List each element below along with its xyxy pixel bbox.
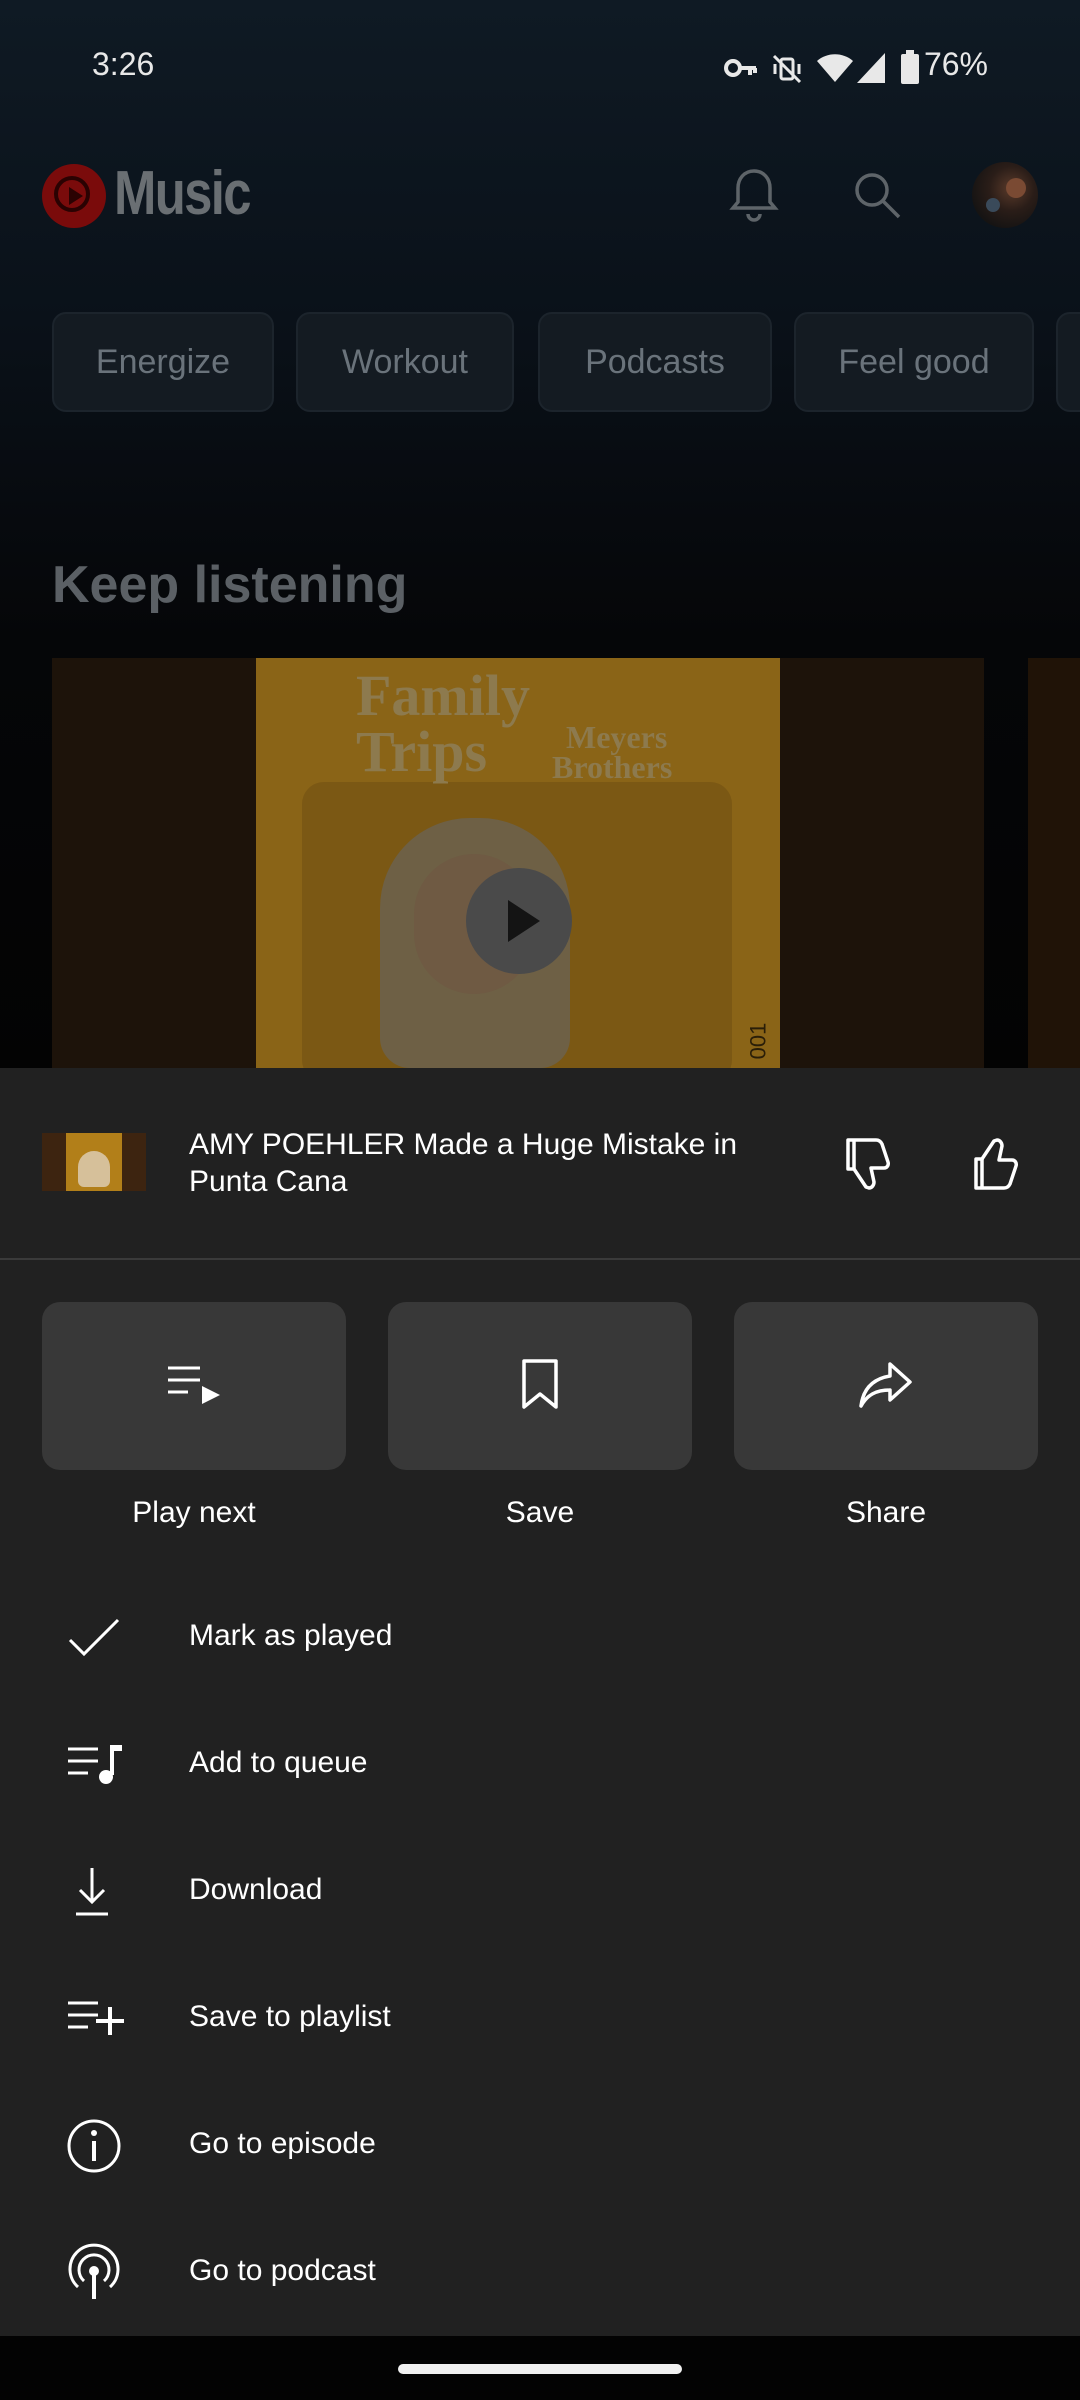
play-next-icon bbox=[166, 1364, 222, 1404]
playlist-add-icon bbox=[62, 1987, 126, 2051]
bookmark-icon bbox=[518, 1358, 562, 1410]
dislike-icon[interactable] bbox=[838, 1134, 898, 1194]
info-icon bbox=[62, 2114, 126, 2178]
chip-more[interactable] bbox=[1056, 312, 1080, 412]
vpn-key-icon bbox=[724, 56, 758, 80]
status-bar: 3:26 76% bbox=[0, 0, 1080, 130]
vibrate-off-icon bbox=[770, 52, 804, 86]
podcast-icon bbox=[62, 2241, 126, 2305]
menu-item-go-to-podcast[interactable]: Go to podcast bbox=[0, 2210, 1080, 2337]
menu-label: Download bbox=[189, 1873, 323, 1906]
play-next-label: Play next bbox=[132, 1496, 256, 1529]
menu-item-go-to-episode[interactable]: Go to episode bbox=[0, 2083, 1080, 2210]
menu-item-download[interactable]: Download bbox=[0, 1829, 1080, 1956]
search-icon[interactable] bbox=[852, 170, 904, 222]
chip-energize[interactable]: Energize bbox=[52, 312, 274, 412]
notifications-icon[interactable] bbox=[728, 166, 780, 222]
play-next-button[interactable] bbox=[42, 1302, 346, 1470]
play-button[interactable] bbox=[466, 868, 572, 974]
episode-title: AMY POEHLER Made a Huge Mistake in Punta… bbox=[189, 1128, 738, 1198]
podcast-card[interactable]: Family Trips Meyers Brothers 001 bbox=[52, 658, 984, 1068]
youtube-music-logo-icon bbox=[42, 164, 106, 228]
mood-chips-row: Energize Workout Podcasts Feel good bbox=[52, 312, 1080, 416]
save-label: Save bbox=[505, 1496, 575, 1529]
chip-feel-good[interactable]: Feel good bbox=[794, 312, 1034, 412]
home-handle[interactable] bbox=[398, 2364, 682, 2374]
sheet-header: AMY POEHLER Made a Huge Mistake in Punta… bbox=[0, 1068, 1080, 1260]
chip-workout[interactable]: Workout bbox=[296, 312, 514, 412]
art-subtitle: Meyers Brothers bbox=[552, 719, 673, 785]
podcast-cover-art: Family Trips Meyers Brothers 001 bbox=[256, 658, 780, 1068]
check-icon bbox=[62, 1606, 126, 1670]
save-button[interactable] bbox=[388, 1302, 692, 1470]
avatar[interactable] bbox=[972, 162, 1038, 228]
episode-thumbnail bbox=[42, 1133, 146, 1191]
status-time: 3:26 bbox=[92, 46, 155, 82]
share-button[interactable] bbox=[734, 1302, 1038, 1470]
like-icon[interactable] bbox=[966, 1134, 1026, 1194]
share-icon bbox=[858, 1360, 914, 1410]
menu-item-mark-as-played[interactable]: Mark as played bbox=[0, 1575, 1080, 1702]
menu-label: Mark as played bbox=[189, 1619, 393, 1652]
download-icon bbox=[62, 1860, 126, 1924]
menu-label: Save to playlist bbox=[189, 2000, 391, 2033]
menu-item-save-to-playlist[interactable]: Save to playlist bbox=[0, 1956, 1080, 2083]
menu-label: Add to queue bbox=[189, 1746, 368, 1779]
menu-label: Go to podcast bbox=[189, 2254, 376, 2287]
battery-icon bbox=[900, 50, 920, 84]
wifi-icon bbox=[816, 52, 854, 84]
podcast-card-next[interactable] bbox=[1028, 658, 1080, 1068]
menu-item-add-to-queue[interactable]: Add to queue bbox=[0, 1702, 1080, 1829]
art-title: Family Trips bbox=[356, 663, 530, 784]
gesture-nav-bar bbox=[0, 2336, 1080, 2400]
app-bar: Music bbox=[0, 150, 1080, 240]
add-to-queue-icon bbox=[62, 1733, 126, 1797]
menu-label: Go to episode bbox=[189, 2127, 376, 2160]
art-number: 001 bbox=[745, 1022, 771, 1060]
battery-percentage: 76% bbox=[923, 46, 988, 82]
signal-icon bbox=[856, 52, 886, 84]
chip-podcasts[interactable]: Podcasts bbox=[538, 312, 772, 412]
section-title: Keep listening bbox=[52, 556, 408, 614]
logo-text: Music bbox=[114, 159, 252, 228]
share-label: Share bbox=[845, 1496, 927, 1529]
play-icon bbox=[508, 900, 540, 942]
